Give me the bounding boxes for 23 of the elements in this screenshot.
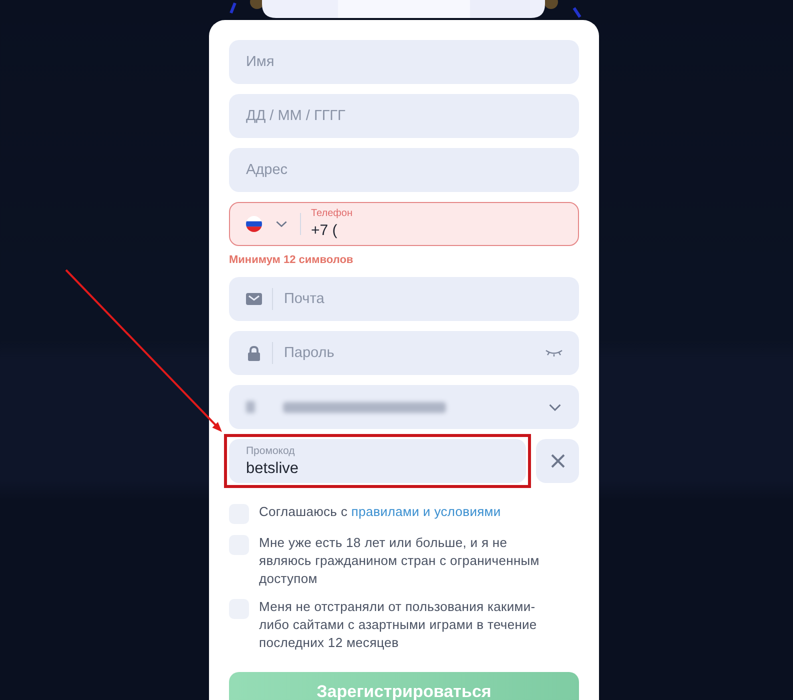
terms-link[interactable]: правилами и условиями	[351, 504, 501, 519]
password-field[interactable]: Пароль	[229, 331, 579, 375]
envelope-icon	[246, 293, 262, 305]
flag-icon	[246, 216, 262, 232]
caret-icon[interactable]	[276, 221, 287, 227]
chevron-down-icon	[549, 404, 561, 410]
text-field[interactable]: Имя	[229, 40, 579, 84]
lock-icon	[246, 346, 262, 360]
checkbox-label: Соглашаюсь с правилами и условиями	[259, 503, 502, 521]
text-field[interactable]: Адрес	[229, 148, 579, 192]
field-label: Промокод	[246, 444, 295, 456]
checkbox-label: Мне уже есть 18 лет или больше, и я не являюсь гражданином стран с ограниченным доступом	[259, 534, 540, 588]
promo-code-field[interactable]: Промокод betslive	[229, 439, 526, 483]
clear-button[interactable]	[536, 439, 579, 483]
closed-eye-icon[interactable]	[545, 349, 563, 357]
currency-select[interactable]	[229, 385, 579, 429]
phone-field[interactable]: Телефон +7 (	[229, 202, 579, 246]
checkbox-label: Меня не отстраняли от пользования какими-либо сайтами с азартными играми в течение последних 12 месяцев	[259, 598, 538, 652]
error-message: Минимум 12 символов	[229, 253, 354, 267]
date-field[interactable]: ДД / ММ / ГГГГ	[229, 94, 579, 138]
email-field[interactable]: Почта	[229, 277, 579, 321]
field-label: Телефон	[311, 208, 354, 220]
close-icon	[550, 454, 564, 468]
